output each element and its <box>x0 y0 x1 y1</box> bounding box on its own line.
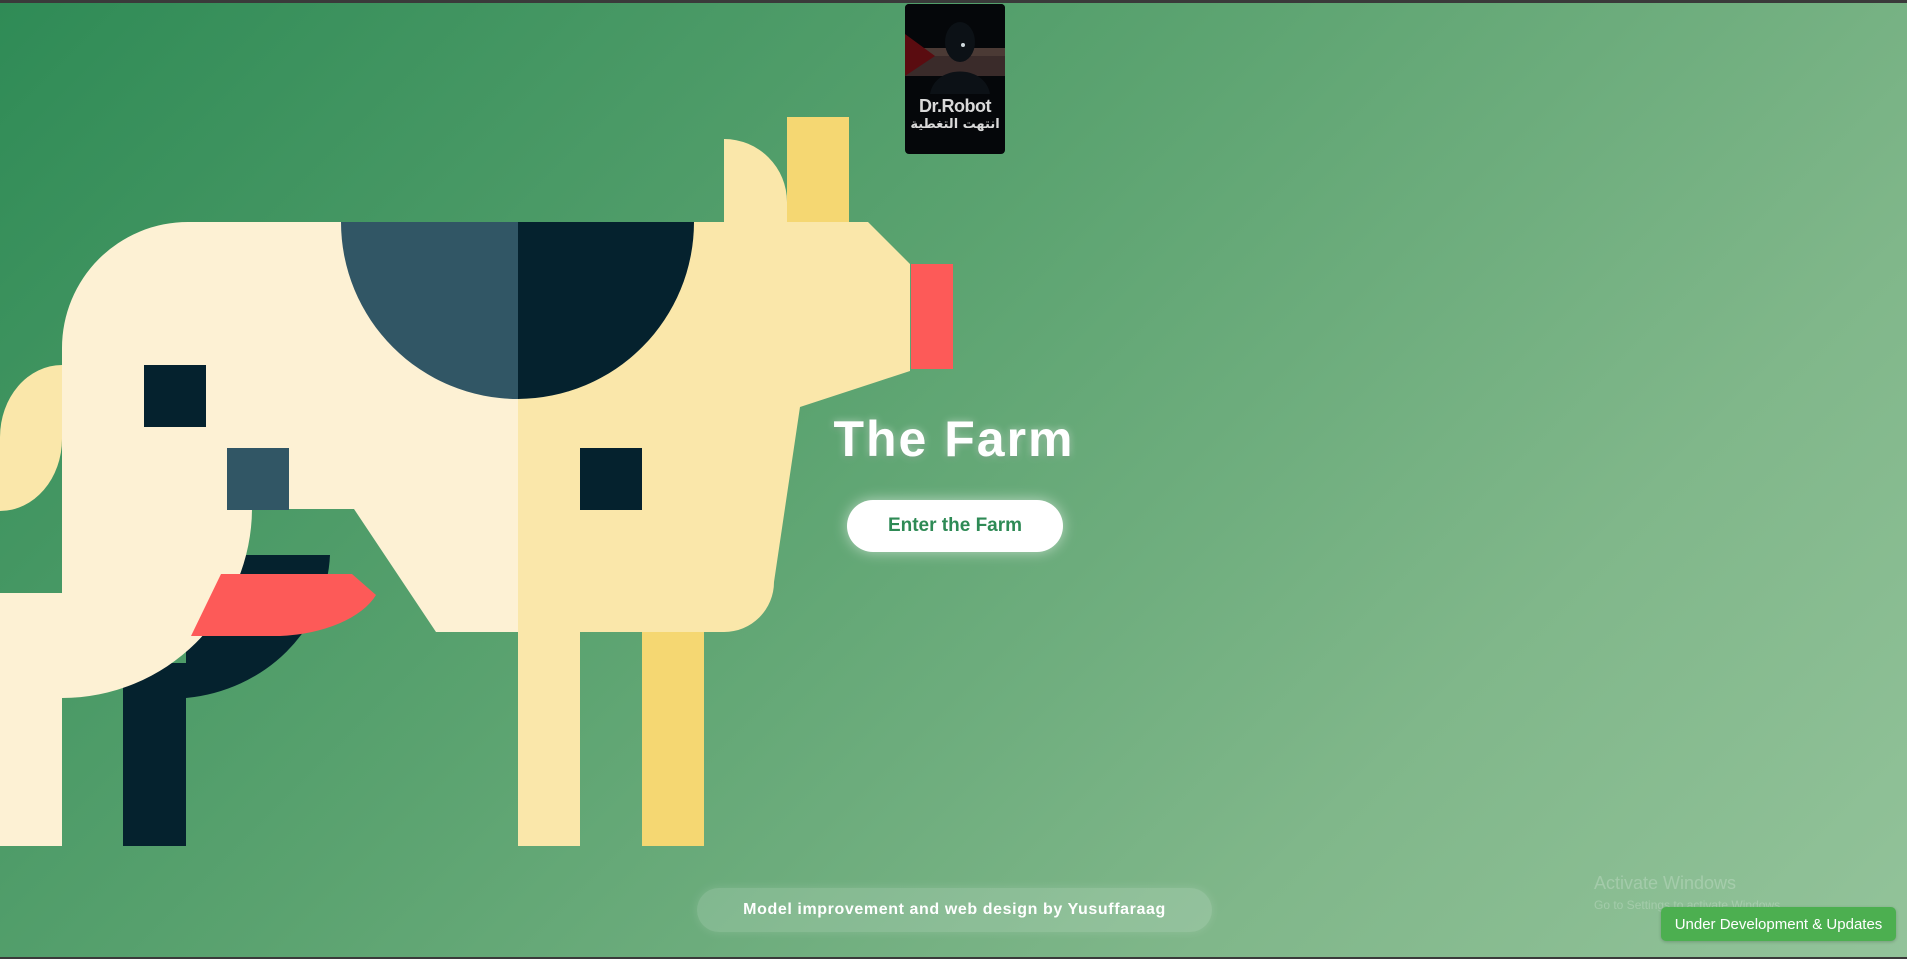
badge-title: Dr.Robot <box>919 96 992 116</box>
cow-nose <box>911 264 953 369</box>
dr-robot-badge[interactable]: Dr.Robot انتهت التغطية <box>905 4 1005 154</box>
cow-udder <box>191 574 376 636</box>
cow-small-spot-1 <box>144 365 206 427</box>
cow-eye <box>580 448 642 510</box>
cow-tail <box>0 365 62 511</box>
footer-credit: Model improvement and web design by Yusu… <box>697 888 1212 932</box>
watermark-title: Activate Windows <box>1594 873 1737 893</box>
cow-back-far-leg <box>123 663 186 846</box>
cow-front-far-leg <box>642 632 704 846</box>
badge-subtitle: انتهت التغطية <box>910 117 1000 132</box>
development-status-badge[interactable]: Under Development & Updates <box>1661 907 1896 941</box>
landing-page: Dr.Robot انتهت التغطية The Farm Enter th… <box>0 3 1907 957</box>
page-title: The Farm <box>833 411 1075 467</box>
cow-horn <box>724 139 787 225</box>
enter-farm-button[interactable]: Enter the Farm <box>847 500 1063 552</box>
robot-avatar-icon <box>905 4 1005 94</box>
cow-ear <box>787 117 849 225</box>
cow-front-near-leg <box>518 632 580 846</box>
cow-small-spot-2 <box>227 448 289 510</box>
